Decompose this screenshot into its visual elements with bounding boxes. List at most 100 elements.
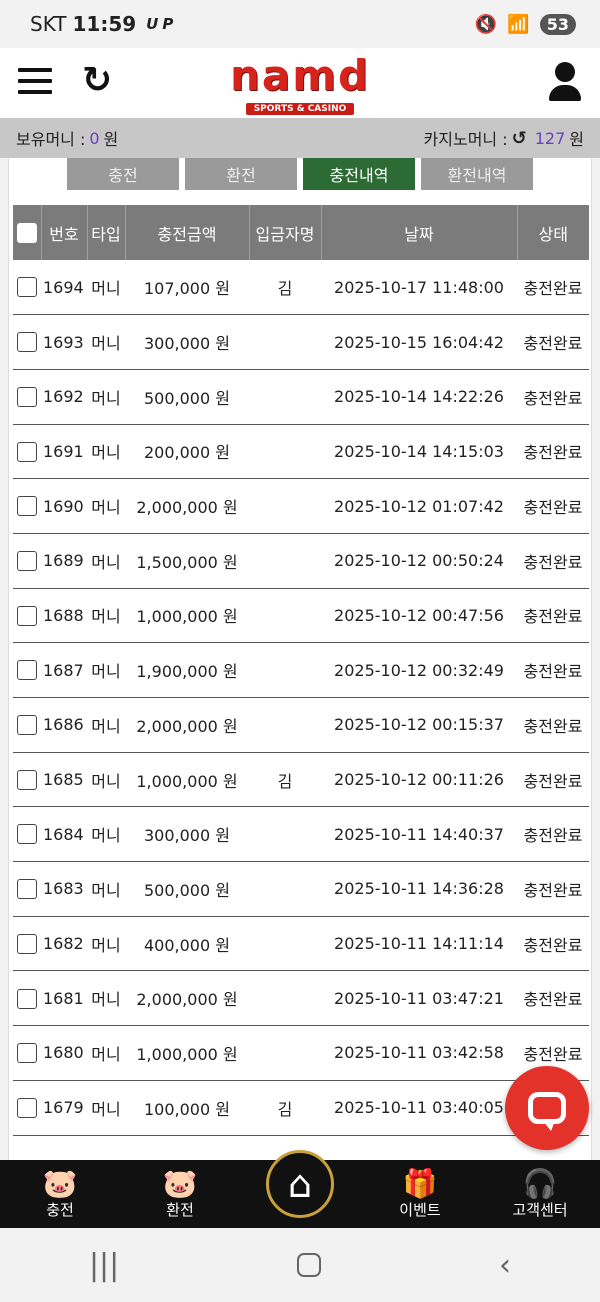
nav-support[interactable]: 🎧 고객센터	[480, 1160, 600, 1228]
col-header-depositor: 입금자명	[249, 205, 322, 260]
nav-event[interactable]: 🎁 이벤트	[360, 1160, 480, 1228]
row-checkbox[interactable]	[13, 260, 41, 315]
casino-money-value: 127	[534, 128, 566, 148]
row-checkbox[interactable]	[13, 1080, 41, 1135]
row-depositor	[249, 533, 321, 588]
row-date: 2025-10-11 03:40:05	[334, 1098, 504, 1118]
col-header-number: 번호	[41, 205, 88, 260]
row-amount: 2,000,000 원	[136, 990, 238, 1010]
system-home-icon[interactable]	[297, 1253, 322, 1277]
row-type: 머니	[91, 662, 121, 682]
row-depositor	[249, 698, 321, 753]
back-icon[interactable]: ‹	[499, 1248, 511, 1283]
row-checkbox[interactable]	[13, 424, 41, 479]
nav-home-button[interactable]: ⌂	[266, 1150, 334, 1218]
row-checkbox[interactable]	[13, 479, 41, 534]
row-checkbox[interactable]	[13, 1026, 41, 1081]
user-profile-icon[interactable]	[548, 62, 582, 102]
row-depositor	[249, 479, 321, 534]
row-type: 머니	[91, 716, 121, 736]
row-depositor	[249, 862, 321, 917]
row-date: 2025-10-12 00:47:56	[334, 605, 504, 625]
chat-bubble-icon	[528, 1092, 566, 1131]
tab-withdraw[interactable]: 환전	[185, 158, 297, 190]
piggy-plus-icon: 🐷	[42, 1166, 78, 1200]
carrier-label: SKT	[30, 12, 67, 36]
menu-icon[interactable]	[18, 68, 52, 96]
nav-deposit[interactable]: 🐷 충전	[0, 1160, 120, 1228]
row-type: 머니	[91, 826, 121, 846]
row-number: 1690	[43, 496, 84, 516]
row-depositor	[249, 315, 321, 370]
logo-wordmark: namd	[229, 51, 371, 100]
row-depositor	[249, 916, 321, 971]
row-status: 충전완료	[523, 990, 583, 1010]
reload-casino-icon[interactable]: ↺	[512, 128, 527, 149]
row-checkbox[interactable]	[13, 533, 41, 588]
row-date: 2025-10-11 03:47:21	[334, 988, 504, 1008]
site-logo[interactable]: namd SPORTS & CASINO	[210, 51, 390, 115]
app-header: ↻ namd SPORTS & CASINO	[0, 48, 600, 118]
row-date: 2025-10-14 14:22:26	[334, 387, 504, 407]
row-status: 충전완료	[523, 498, 583, 518]
table-header-row: 번호 타입 충전금액 입금자명 날짜 상태	[13, 205, 589, 260]
table-row: 1690 머니 2,000,000 원 2025-10-12 01:07:42 충전완료	[13, 479, 589, 534]
row-number: 1686	[43, 715, 84, 735]
row-date: 2025-10-14 14:15:03	[334, 441, 504, 461]
table-row: 1691 머니 200,000 원 2025-10-14 14:15:03 충전완료	[13, 424, 589, 479]
row-number: 1687	[43, 660, 84, 680]
table-row: 1693 머니 300,000 원 2025-10-15 16:04:42 충전완료	[13, 315, 589, 370]
table-row: 1687 머니 1,900,000 원 2025-10-12 00:32:49 충전완료	[13, 643, 589, 698]
headset-icon: 🎧	[522, 1166, 558, 1200]
row-checkbox[interactable]	[13, 862, 41, 917]
row-status: 충전완료	[523, 662, 583, 682]
tab-deposit-history[interactable]: 충전내역	[303, 158, 415, 190]
col-header-type: 타입	[87, 205, 126, 260]
row-amount: 2,000,000 원	[136, 498, 238, 518]
row-status: 충전완료	[523, 716, 583, 736]
row-number: 1685	[43, 770, 84, 790]
row-checkbox[interactable]	[13, 971, 41, 1026]
select-all-checkbox[interactable]	[13, 205, 42, 260]
row-date: 2025-10-15 16:04:42	[334, 332, 504, 352]
signal-icon: 📶	[507, 13, 530, 35]
row-depositor: 김	[277, 279, 293, 299]
row-date: 2025-10-12 01:07:42	[334, 496, 504, 516]
tab-deposit[interactable]: 충전	[67, 158, 179, 190]
mute-icon: 🔇	[474, 13, 498, 35]
row-checkbox[interactable]	[13, 752, 41, 807]
row-checkbox[interactable]	[13, 369, 41, 424]
row-number: 1691	[43, 441, 84, 461]
row-number: 1679	[43, 1098, 84, 1118]
live-chat-button[interactable]	[505, 1066, 589, 1150]
row-amount: 200,000 원	[144, 443, 230, 463]
nav-withdraw[interactable]: 🐷 환전	[120, 1160, 240, 1228]
row-number: 1688	[43, 605, 84, 625]
table-row: 1682 머니 400,000 원 2025-10-11 14:11:14 충전완료	[13, 916, 589, 971]
row-checkbox[interactable]	[13, 916, 41, 971]
row-checkbox[interactable]	[13, 643, 41, 698]
table-row: 1683 머니 500,000 원 2025-10-11 14:36:28 충전완료	[13, 862, 589, 917]
row-depositor	[249, 424, 321, 479]
row-status: 충전완료	[523, 443, 583, 463]
table-row: 1685 머니 1,000,000 원 김 2025-10-12 00:11:26 충전완…	[13, 752, 589, 807]
nav-withdraw-label: 환전	[166, 1200, 194, 1219]
row-type: 머니	[91, 990, 121, 1010]
row-checkbox[interactable]	[13, 315, 41, 370]
deposit-history-table: 번호 타입 충전금액 입금자명 날짜 상태 1694 머니 107,000 원 김 20…	[13, 205, 589, 1136]
row-number: 1681	[43, 988, 84, 1008]
row-date: 2025-10-11 14:40:37	[334, 824, 504, 844]
tab-withdraw-history[interactable]: 환전내역	[421, 158, 533, 190]
piggy-minus-icon: 🐷	[162, 1166, 198, 1200]
row-status: 충전완료	[523, 552, 583, 572]
recent-apps-icon[interactable]: |||	[89, 1248, 119, 1283]
row-checkbox[interactable]	[13, 698, 41, 753]
row-checkbox[interactable]	[13, 588, 41, 643]
logo-subtitle: SPORTS & CASINO	[245, 103, 355, 115]
refresh-icon[interactable]: ↻	[82, 60, 112, 101]
table-row: 1688 머니 1,000,000 원 2025-10-12 00:47:56 충전완료	[13, 588, 589, 643]
row-depositor	[249, 971, 321, 1026]
nav-deposit-label: 충전	[46, 1200, 74, 1219]
row-checkbox[interactable]	[13, 807, 41, 862]
row-number: 1680	[43, 1043, 84, 1063]
